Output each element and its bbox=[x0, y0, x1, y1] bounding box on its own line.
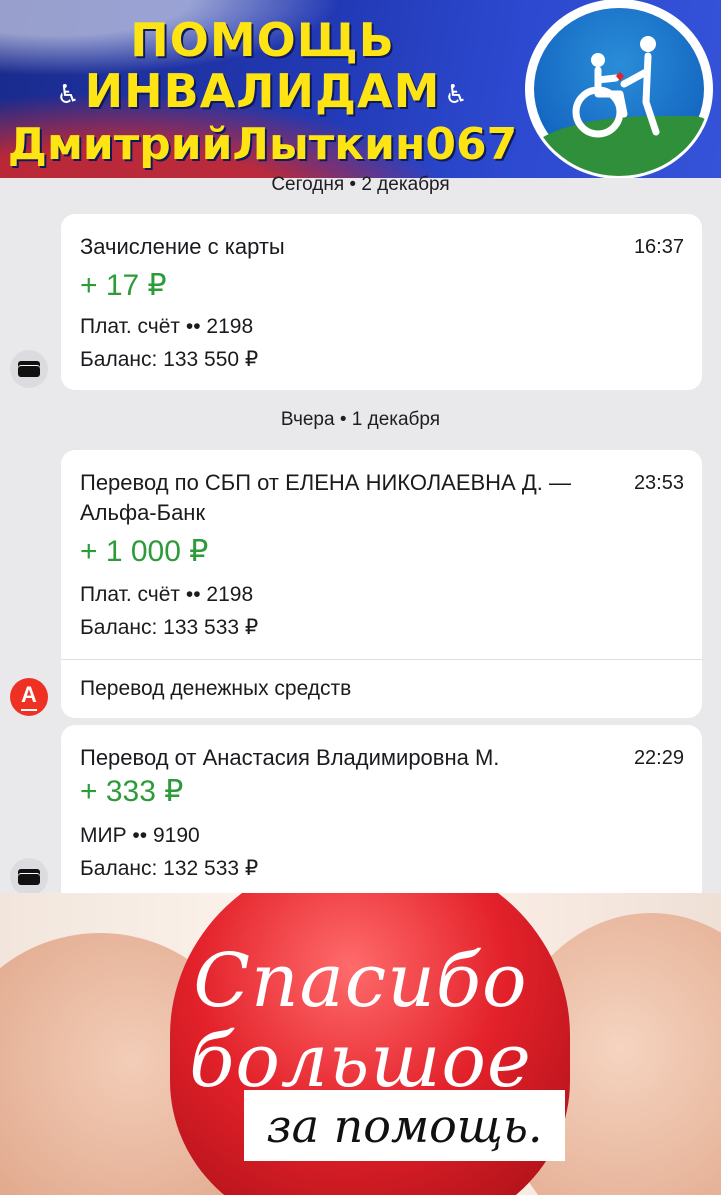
banner-author: ДмитрийЛыткин067 bbox=[7, 118, 518, 170]
transaction-time: 23:53 bbox=[633, 472, 684, 494]
wheelchair-icon: ♿ bbox=[56, 79, 81, 110]
transaction-account: Плат. счёт •• 2198 bbox=[80, 583, 254, 606]
transaction-purpose[interactable]: Перевод денежных средств bbox=[80, 674, 351, 704]
thank-you-image: Спасибо большое за помощь. bbox=[0, 893, 721, 1200]
date-separator-today: Сегодня • 2 декабря bbox=[271, 174, 450, 195]
thanks-line-1: Спасибо bbox=[193, 938, 528, 1024]
transaction-balance: Баланс: 132 533 ₽ bbox=[80, 857, 259, 880]
wheelchair-helper-icon bbox=[572, 36, 660, 138]
transaction-title: Перевод по СБП от ЕЛЕНА НИКОЛАЕВНА Д. — … bbox=[80, 470, 571, 525]
card-icon bbox=[10, 350, 48, 388]
alfa-bank-icon: А bbox=[10, 678, 48, 716]
header-banner: ПОМОЩЬ ♿ИНВАЛИДАМ ♿ ДмитрийЛыткин067 bbox=[0, 0, 721, 178]
banner-subtitle-row: ♿ИНВАЛИДАМ ♿ bbox=[0, 66, 525, 120]
date-separator-yesterday: Вчера • 1 декабря bbox=[280, 409, 441, 430]
transaction-title: Зачисление с карты bbox=[80, 234, 285, 259]
banner-subtitle: ИНВАЛИДАМ bbox=[84, 64, 441, 118]
transaction-balance: Баланс: 133 550 ₽ bbox=[80, 348, 259, 371]
transaction-card[interactable]: Перевод от Анастасия Владимировна М. 22:… bbox=[61, 725, 702, 915]
transaction-time: 22:29 bbox=[633, 747, 684, 769]
transaction-title: Перевод от Анастасия Владимировна М. bbox=[80, 745, 500, 770]
transaction-card[interactable]: Зачисление с карты 16:37 + 17 ₽ Плат. сч… bbox=[61, 214, 702, 390]
transaction-balance: Баланс: 133 533 ₽ bbox=[80, 616, 259, 639]
banner-text: ПОМОЩЬ ♿ИНВАЛИДАМ ♿ ДмитрийЛыткин067 bbox=[0, 14, 525, 178]
card-divider bbox=[61, 659, 702, 660]
transaction-account: МИР •• 9190 bbox=[80, 824, 200, 847]
transaction-amount: + 333 ₽ bbox=[80, 775, 184, 808]
transaction-account: Плат. счёт •• 2198 bbox=[80, 315, 254, 338]
thanks-line-3: за помощь. bbox=[266, 1098, 543, 1153]
card-icon bbox=[10, 858, 48, 896]
disability-help-logo-icon bbox=[528, 2, 710, 176]
transaction-amount: + 17 ₽ bbox=[80, 269, 167, 302]
transaction-card[interactable]: Перевод по СБП от ЕЛЕНА НИКОЛАЕВНА Д. — … bbox=[61, 450, 702, 718]
transaction-amount: + 1 000 ₽ bbox=[80, 535, 209, 568]
wheelchair-icon: ♿ bbox=[444, 79, 469, 110]
banner-author-row: ДмитрийЛыткин067 bbox=[0, 118, 525, 179]
banner-title: ПОМОЩЬ bbox=[130, 13, 395, 67]
thanks-plate: за помощь. bbox=[244, 1090, 565, 1161]
transaction-time: 16:37 bbox=[633, 236, 684, 258]
